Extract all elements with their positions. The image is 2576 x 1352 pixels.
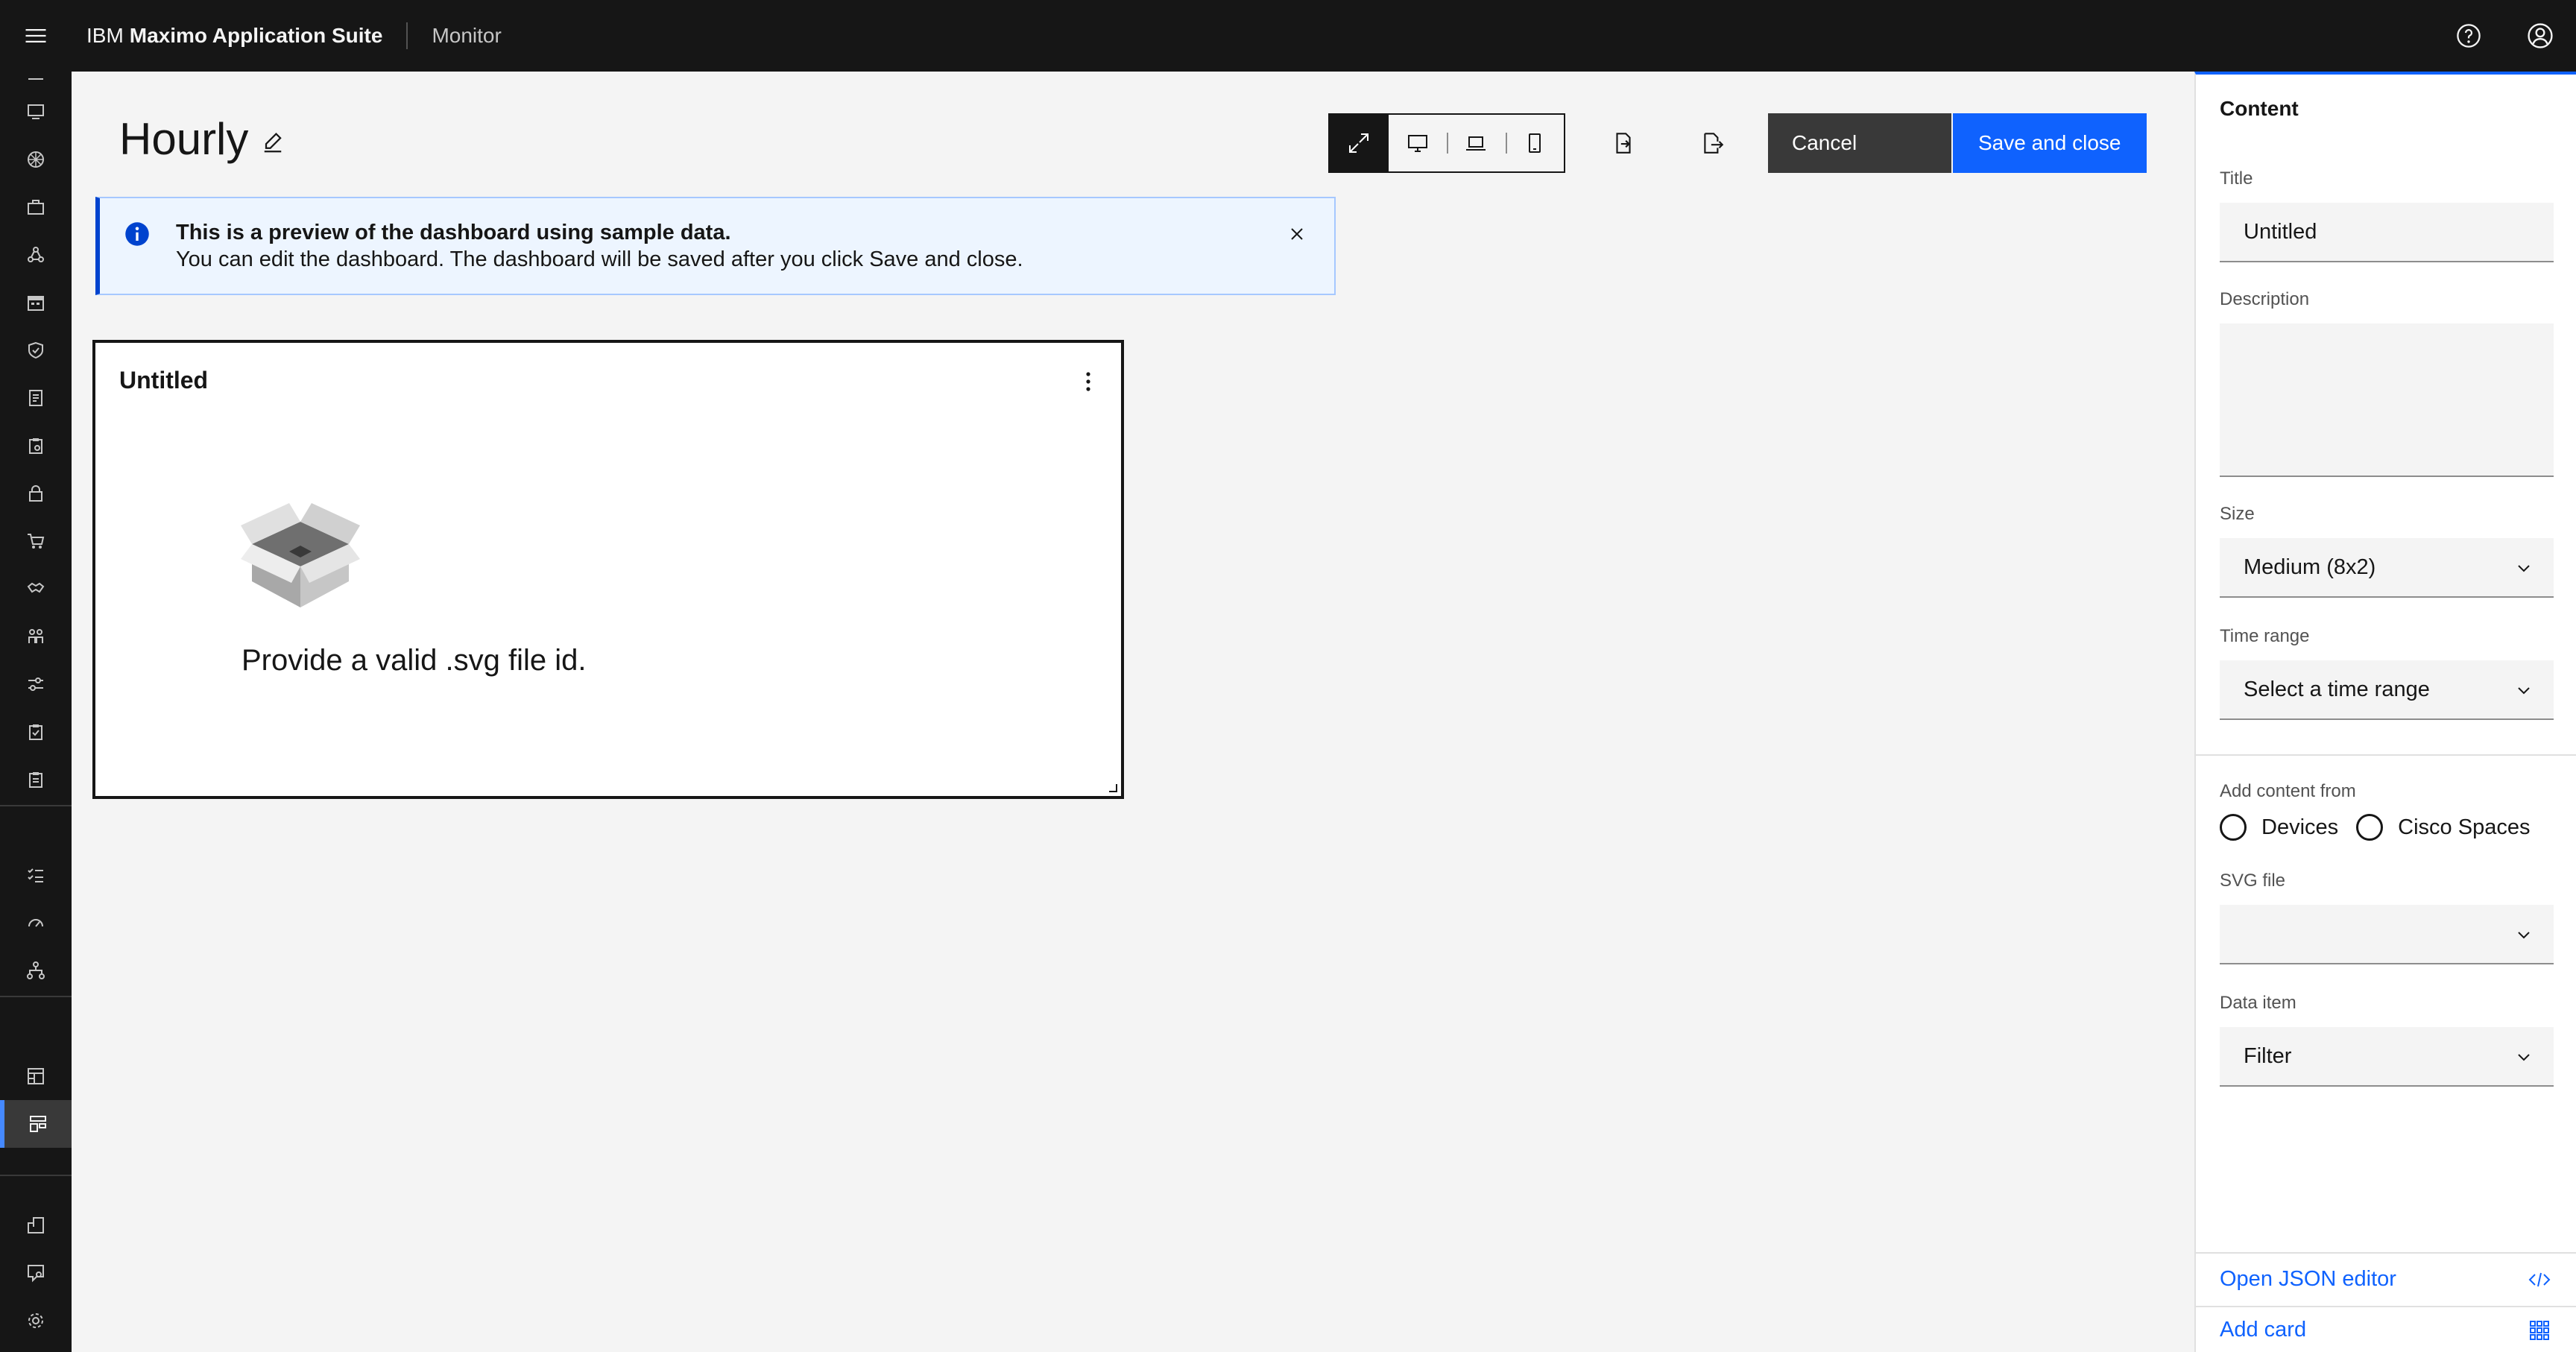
- rail-tasks-icon[interactable]: [0, 851, 72, 899]
- header-actions: [2433, 0, 2576, 72]
- time-range-select[interactable]: Select a time range: [2220, 660, 2554, 720]
- overflow-menu-icon[interactable]: [1073, 364, 1103, 399]
- card-message: Provide a valid .svg file id.: [242, 644, 587, 677]
- chevron-down-icon: [2518, 565, 2530, 572]
- time-range-value: Select a time range: [2244, 677, 2430, 701]
- rail-separator: [0, 805, 72, 806]
- resize-handle-icon[interactable]: [1108, 783, 1118, 793]
- desktop-icon[interactable]: [1389, 115, 1448, 171]
- rail-chat-icon[interactable]: [0, 1249, 72, 1297]
- rail-flow-icon[interactable]: [0, 231, 72, 279]
- radio-circle[interactable]: [2220, 814, 2247, 841]
- data-item-label: Data item: [2220, 993, 2296, 1013]
- tablet-icon[interactable]: [1505, 115, 1565, 171]
- rail-separator: [0, 996, 72, 997]
- cancel-button[interactable]: Cancel: [1768, 113, 1951, 173]
- import-icon[interactable]: [1594, 113, 1653, 173]
- title-label: Title: [2220, 168, 2253, 189]
- rail-lock-icon[interactable]: [0, 470, 72, 517]
- radio-devices[interactable]: Devices: [2220, 814, 2338, 841]
- page-title: Hourly: [119, 114, 249, 164]
- rail-people-icon[interactable]: [0, 613, 72, 660]
- rail-floorplan-icon[interactable]: [0, 1201, 72, 1249]
- content-source-radio-group: Devices Cisco Spaces: [2220, 814, 2548, 841]
- rail-hierarchy-icon[interactable]: [0, 947, 72, 994]
- chevron-down-icon: [2518, 1054, 2530, 1061]
- rail-clipboard-icon[interactable]: [0, 422, 72, 470]
- radio-devices-label: Devices: [2261, 815, 2339, 839]
- viewport-switcher: [1328, 113, 1565, 173]
- radio-cisco-spaces[interactable]: Cisco Spaces: [2356, 814, 2530, 841]
- data-item-value: Filter: [2244, 1043, 2292, 1068]
- panel-divider: [2196, 1252, 2576, 1254]
- size-value: Medium (8x2): [2244, 555, 2376, 579]
- panel-divider: [2196, 1306, 2576, 1307]
- code-icon[interactable]: [2527, 1267, 2552, 1292]
- notification-title: This is a preview of the dashboard using…: [176, 221, 731, 244]
- radio-cisco-label: Cisco Spaces: [2398, 815, 2531, 839]
- app-name: Monitor: [432, 24, 502, 47]
- chevron-down-icon: [2518, 687, 2530, 695]
- top-header: IBM Maximo Application Suite Monitor: [0, 0, 2576, 72]
- grid-icon[interactable]: [2527, 1318, 2552, 1343]
- rail-separator: [0, 1175, 72, 1176]
- preview-notification: This is a preview of the dashboard using…: [95, 197, 1336, 295]
- content-config-panel: Content Title Untitled Description Size …: [2194, 72, 2576, 1352]
- rail-calendar-icon[interactable]: [0, 279, 72, 326]
- edit-title-icon[interactable]: [259, 130, 286, 157]
- title-input[interactable]: Untitled: [2220, 203, 2554, 262]
- save-and-close-button[interactable]: Save and close: [1953, 113, 2147, 173]
- rail-sliders-icon[interactable]: [0, 660, 72, 708]
- user-avatar-icon[interactable]: [2504, 0, 2576, 72]
- brand-prefix: IBM: [86, 24, 124, 47]
- brand-name: Maximo Application Suite: [129, 24, 383, 47]
- rail-report-icon[interactable]: [0, 374, 72, 422]
- chevron-down-icon: [2518, 932, 2530, 939]
- laptop-icon[interactable]: [1447, 115, 1506, 171]
- description-textarea[interactable]: [2220, 323, 2554, 477]
- info-icon: [124, 221, 151, 247]
- fit-to-screen-icon[interactable]: [1330, 115, 1389, 171]
- description-label: Description: [2220, 289, 2310, 309]
- empty-box-icon: [237, 492, 364, 611]
- data-item-select[interactable]: Filter: [2220, 1027, 2554, 1087]
- rail-table-icon[interactable]: [0, 1052, 72, 1100]
- svg-file-select[interactable]: [2220, 905, 2554, 964]
- rail-handshake-icon[interactable]: [0, 565, 72, 613]
- svg-file-label: SVG file: [2220, 871, 2286, 891]
- rail-network-icon[interactable]: [0, 136, 72, 183]
- add-content-label: Add content from: [2220, 781, 2356, 801]
- rail-briefcase-icon[interactable]: [0, 183, 72, 231]
- brand-logo[interactable]: IBM Maximo Application Suite: [86, 24, 382, 48]
- rail-settings-icon[interactable]: [0, 1297, 72, 1345]
- header-divider: [406, 22, 408, 49]
- rail-checklist-icon[interactable]: [0, 708, 72, 756]
- rail-dashboard-layout-icon[interactable]: [0, 1100, 72, 1148]
- rail-document-icon[interactable]: [0, 756, 72, 803]
- notification-subtitle: You can edit the dashboard. The dashboar…: [176, 247, 1023, 271]
- radio-circle[interactable]: [2356, 814, 2384, 841]
- rail-monitor-icon[interactable]: [0, 88, 72, 136]
- close-icon[interactable]: [1281, 218, 1313, 250]
- help-icon[interactable]: [2433, 0, 2504, 72]
- rail-cart-icon[interactable]: [0, 517, 72, 565]
- open-json-editor-link[interactable]: Open JSON editor: [2220, 1267, 2396, 1292]
- export-icon[interactable]: [1683, 113, 1743, 173]
- side-nav-rail: [0, 72, 72, 1352]
- time-range-label: Time range: [2220, 626, 2310, 646]
- add-card-link[interactable]: Add card: [2220, 1318, 2306, 1342]
- panel-divider: [2196, 754, 2576, 756]
- rail-gauge-icon[interactable]: [0, 899, 72, 947]
- panel-heading: Content: [2220, 97, 2299, 120]
- size-label: Size: [2220, 504, 2255, 524]
- card-title: Untitled: [119, 367, 209, 394]
- size-select[interactable]: Medium (8x2): [2220, 538, 2554, 598]
- dashboard-card[interactable]: Untitled Provide a valid .svg file id.: [92, 340, 1124, 799]
- rail-shield-icon[interactable]: [0, 326, 72, 374]
